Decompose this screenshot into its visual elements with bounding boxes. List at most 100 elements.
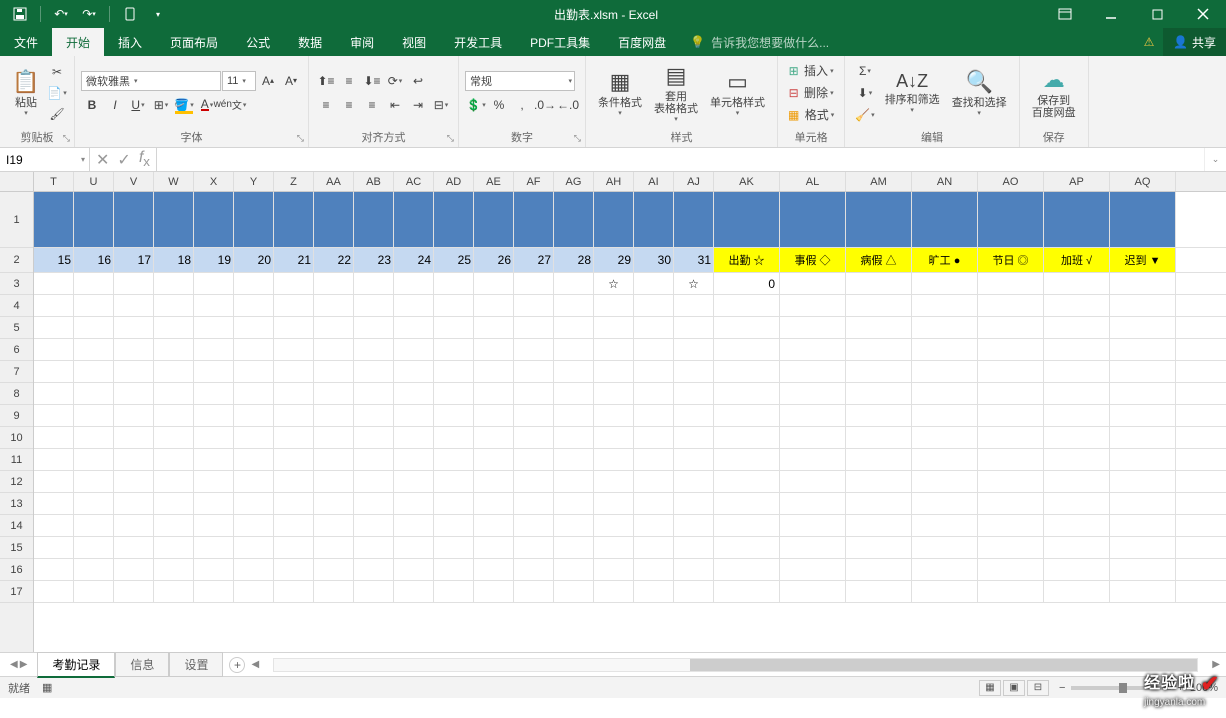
cell[interactable]: 16	[74, 248, 114, 272]
cell[interactable]	[978, 405, 1044, 426]
cell[interactable]	[594, 471, 634, 492]
cell[interactable]	[846, 273, 912, 294]
cell[interactable]	[394, 471, 434, 492]
cell[interactable]	[314, 339, 354, 360]
cell[interactable]	[434, 449, 474, 470]
cell[interactable]	[474, 317, 514, 338]
cell[interactable]	[434, 471, 474, 492]
cell[interactable]	[514, 449, 554, 470]
cell[interactable]	[234, 317, 274, 338]
cells-area[interactable]: 1516171819202122232425262728293031出勤 ☆事假…	[34, 192, 1226, 652]
cell[interactable]	[114, 537, 154, 558]
cell[interactable]: 迟到 ▼	[1110, 248, 1176, 272]
cell[interactable]	[194, 537, 234, 558]
cell[interactable]	[394, 361, 434, 382]
cell[interactable]	[634, 559, 674, 580]
cell[interactable]	[74, 317, 114, 338]
cell[interactable]	[194, 192, 234, 247]
cell[interactable]	[634, 383, 674, 404]
cell[interactable]: 23	[354, 248, 394, 272]
cell[interactable]	[554, 192, 594, 247]
launcher-icon[interactable]: ⤡	[447, 133, 454, 144]
cell[interactable]	[314, 295, 354, 316]
cell[interactable]: 29	[594, 248, 634, 272]
cell[interactable]	[274, 559, 314, 580]
cell[interactable]	[674, 559, 714, 580]
cell[interactable]	[114, 449, 154, 470]
cell[interactable]	[978, 493, 1044, 514]
cell[interactable]: 27	[514, 248, 554, 272]
cell[interactable]	[354, 317, 394, 338]
cell[interactable]	[846, 361, 912, 382]
cell[interactable]	[474, 383, 514, 404]
cell[interactable]	[34, 295, 74, 316]
cell[interactable]	[1110, 427, 1176, 448]
row-header[interactable]: 7	[0, 361, 33, 383]
cell[interactable]	[1044, 339, 1110, 360]
column-header[interactable]: AH	[594, 172, 634, 191]
cell[interactable]	[74, 559, 114, 580]
cell[interactable]	[554, 361, 594, 382]
cell[interactable]	[234, 405, 274, 426]
qat-more-icon[interactable]: ▾	[146, 2, 170, 26]
row-header[interactable]: 10	[0, 427, 33, 449]
launcher-icon[interactable]: ⤡	[574, 133, 581, 144]
row-header[interactable]: 15	[0, 537, 33, 559]
cell[interactable]	[114, 339, 154, 360]
cell[interactable]	[394, 405, 434, 426]
tab-formula[interactable]: 公式	[232, 28, 284, 56]
macro-icon[interactable]: ▦	[42, 681, 52, 694]
cell[interactable]	[714, 515, 780, 536]
cell[interactable]	[74, 295, 114, 316]
cell[interactable]	[74, 383, 114, 404]
cell[interactable]	[234, 427, 274, 448]
cell[interactable]	[1044, 273, 1110, 294]
cell[interactable]: 22	[314, 248, 354, 272]
cell[interactable]: 旷工 ●	[912, 248, 978, 272]
cell[interactable]	[194, 339, 234, 360]
cancel-icon[interactable]: ✕	[96, 150, 109, 170]
cell[interactable]	[274, 192, 314, 247]
cell[interactable]	[780, 273, 846, 294]
cell[interactable]	[314, 537, 354, 558]
cell[interactable]	[314, 273, 354, 294]
cell[interactable]	[314, 317, 354, 338]
font-name-combo[interactable]: 微软雅黑▾	[81, 71, 221, 91]
column-header[interactable]: W	[154, 172, 194, 191]
cell[interactable]	[912, 192, 978, 247]
cell[interactable]	[234, 537, 274, 558]
cell[interactable]: 节日 ◎	[978, 248, 1044, 272]
cell[interactable]	[912, 361, 978, 382]
cell[interactable]	[846, 427, 912, 448]
cell[interactable]	[74, 427, 114, 448]
decrease-decimal-button[interactable]: ←.0	[557, 95, 579, 115]
cell[interactable]	[234, 559, 274, 580]
cell[interactable]	[354, 192, 394, 247]
cell[interactable]	[394, 192, 434, 247]
cell[interactable]	[978, 317, 1044, 338]
cell[interactable]	[314, 192, 354, 247]
cell[interactable]	[274, 405, 314, 426]
cell[interactable]	[714, 317, 780, 338]
cell[interactable]	[474, 295, 514, 316]
cell[interactable]	[978, 383, 1044, 404]
cell[interactable]	[714, 339, 780, 360]
ribbon-options-icon[interactable]	[1042, 0, 1088, 28]
cell[interactable]	[314, 383, 354, 404]
bold-button[interactable]: B	[81, 95, 103, 115]
cell[interactable]	[634, 317, 674, 338]
cell[interactable]	[554, 295, 594, 316]
cell[interactable]	[554, 515, 594, 536]
cell[interactable]	[912, 295, 978, 316]
cell[interactable]	[1110, 317, 1176, 338]
column-header[interactable]: U	[74, 172, 114, 191]
cell[interactable]	[394, 581, 434, 602]
cell[interactable]	[354, 449, 394, 470]
cell[interactable]: 18	[154, 248, 194, 272]
column-header[interactable]: AD	[434, 172, 474, 191]
cell[interactable]: 26	[474, 248, 514, 272]
autosum-button[interactable]: Σ▾	[851, 61, 878, 81]
cell[interactable]	[846, 317, 912, 338]
cell[interactable]	[114, 405, 154, 426]
row-headers[interactable]: 1234567891011121314151617	[0, 192, 34, 652]
